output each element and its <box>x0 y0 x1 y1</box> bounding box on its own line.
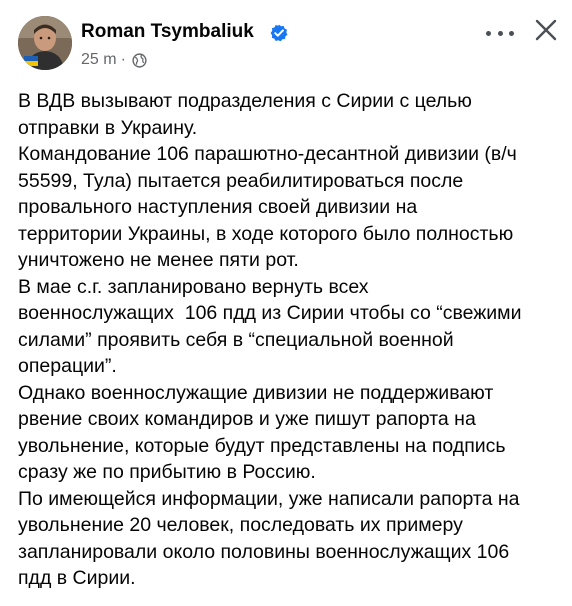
timestamp-link[interactable]: 25 m <box>81 50 117 70</box>
post-text: В ВДВ вызывают подразделения с Сирии с ц… <box>18 88 563 592</box>
globe-icon[interactable] <box>132 52 147 68</box>
post-text-line: военнослужащих 106 пдд из Сирии чтобы со… <box>18 302 522 324</box>
post-text-line: Командование 106 парашютно-десантной див… <box>18 143 517 165</box>
post-text-line: 55599, Тула) пытается реабилитироваться … <box>18 169 464 192</box>
post-text-line: провального наступления своей дивизии на <box>18 196 418 218</box>
post-text-line: запланировали около половины военнослужа… <box>18 540 510 563</box>
post-text-line: уничтожено не менее пяти рот. <box>18 249 299 271</box>
post-text-line: силами” проявить себя в “специальной вое… <box>18 328 454 351</box>
author-name[interactable]: Roman Tsymbaliuk <box>81 20 254 44</box>
avatar[interactable] <box>18 16 72 70</box>
post-meta: 25 m · <box>81 50 147 70</box>
avatar-image <box>18 16 72 70</box>
post-text-line: Однако военнослужащие дивизии не поддерж… <box>18 381 494 404</box>
meta-separator: · <box>120 51 126 68</box>
more-dot <box>486 30 491 36</box>
post-header: Roman Tsymbaliuk 25 m · <box>0 0 572 84</box>
post-text-line: отправки в Украину. <box>18 116 198 139</box>
post-text-line: рвение своих командиров и уже пишут рапо… <box>18 408 476 430</box>
verified-badge-icon <box>270 24 288 42</box>
post-text-line: операции”. <box>18 355 117 377</box>
post-text-line: сразу же по прибытию в Россию. <box>18 461 316 483</box>
post-text-line: увольнение, которые будут представлены н… <box>18 434 506 457</box>
post-text-line: пдд в Сирии. <box>18 567 136 589</box>
post-text-line: территории Украины, в ходе которого было… <box>18 222 514 245</box>
more-dot <box>497 30 503 36</box>
more-options-icon[interactable] <box>486 26 514 40</box>
post-text-line: В ВДВ вызывают подразделения с Сирии с ц… <box>18 90 472 112</box>
close-icon[interactable] <box>532 16 560 44</box>
more-dot <box>509 30 514 36</box>
post-text-line: В мае с.г. запланировано вернуть всех <box>18 275 369 298</box>
post-text-line: По имеющейся информации, уже написали ра… <box>18 487 520 510</box>
post-text-line: увольнение 20 человек, последовать их пр… <box>18 514 463 536</box>
